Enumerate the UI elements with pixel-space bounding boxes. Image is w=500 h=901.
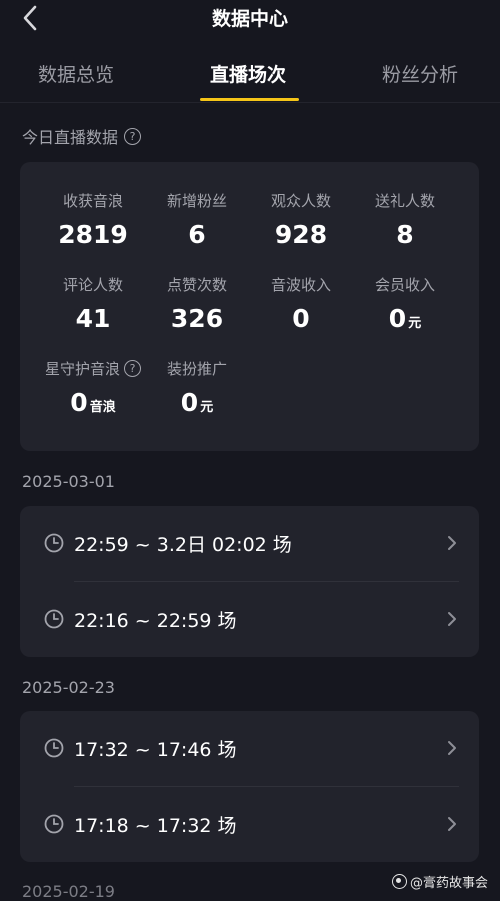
session-date: 2025-03-01 (22, 472, 115, 491)
stat-likes: 点赞次数 326 (142, 274, 252, 333)
top-bar: 数据中心 (0, 0, 500, 36)
today-stats-panel: 收获音浪 2819 新增粉丝 6 观众人数 928 送礼人数 8 评论人数 41… (20, 162, 479, 451)
stat-label: 星守护音浪 ? (38, 358, 148, 379)
tab-live-sessions[interactable]: 直播场次 (210, 60, 286, 87)
chevron-right-icon (448, 817, 456, 831)
stat-value: 41 (75, 304, 111, 333)
stat-label: 点赞次数 (166, 276, 227, 294)
stat-number: 0 (388, 304, 407, 333)
stat-value: 0元 (350, 304, 460, 333)
stat-label: 观众人数 (270, 192, 331, 210)
session-time: 22:16 ~ 22:59 场 (74, 610, 237, 632)
stat-label: 装扮推广 (166, 360, 227, 378)
stat-earned-yinlang: 收获音浪 2819 (38, 190, 148, 249)
stat-new-fans: 新增粉丝 6 (142, 190, 252, 249)
stat-label: 会员收入 (374, 276, 435, 294)
stat-dressup-promotion: 装扮推广 0元 (142, 358, 252, 417)
stat-viewers: 观众人数 928 (246, 190, 356, 249)
chevron-right-icon (448, 741, 456, 755)
stat-value: 326 (170, 304, 224, 333)
tab-bar: 数据总览 直播场次 粉丝分析 (0, 46, 500, 103)
stat-value: 6 (188, 220, 206, 249)
chevron-right-icon (448, 536, 456, 550)
watermark-logo-icon (391, 874, 407, 889)
stat-value: 8 (396, 220, 414, 249)
stat-value: 928 (274, 220, 328, 249)
stat-number: 0 (70, 388, 88, 417)
stat-commenters: 评论人数 41 (38, 274, 148, 333)
stat-value: 0元 (142, 388, 252, 417)
stat-soundwave-income: 音波收入 0 (246, 274, 356, 333)
today-label-text: 今日直播数据 (22, 128, 119, 147)
tab-overview[interactable]: 数据总览 (38, 60, 114, 87)
stat-star-guard-yinlang: 星守护音浪 ? 0 音浪 (38, 358, 148, 417)
clock-icon (44, 533, 64, 553)
stat-unit: 音浪 (89, 400, 116, 415)
clock-icon (44, 814, 64, 834)
session-card: 17:32 ~ 17:46 场 17:18 ~ 17:32 场 (20, 711, 479, 862)
help-icon[interactable]: ? (124, 360, 141, 377)
session-time: 17:32 ~ 17:46 场 (74, 739, 237, 761)
session-row[interactable]: 22:16 ~ 22:59 场 (20, 582, 479, 657)
stat-label: 评论人数 (62, 276, 123, 294)
stat-unit: 元 (408, 316, 422, 331)
session-time: 17:18 ~ 17:32 场 (74, 815, 237, 837)
page-title: 数据中心 (211, 8, 288, 30)
stat-number: 0 (180, 388, 199, 417)
session-row[interactable]: 17:32 ~ 17:46 场 (20, 711, 479, 786)
chevron-right-icon (448, 612, 456, 626)
stat-label: 新增粉丝 (166, 192, 227, 210)
watermark: @膏药故事会 (391, 872, 488, 891)
session-date: 2025-02-23 (22, 678, 115, 697)
stat-gifters: 送礼人数 8 (350, 190, 460, 249)
stat-value: 2819 (58, 220, 128, 249)
session-date: 2025-02-19 (22, 882, 115, 901)
today-section-label: 今日直播数据 ? (22, 124, 142, 148)
session-card: 22:59 ~ 3.2日 02:02 场 22:16 ~ 22:59 场 (20, 506, 479, 657)
session-row[interactable]: 22:59 ~ 3.2日 02:02 场 (20, 506, 479, 581)
stat-member-income: 会员收入 0元 (350, 274, 460, 333)
active-tab-indicator (200, 98, 299, 101)
clock-icon (44, 609, 64, 629)
help-icon[interactable]: ? (124, 127, 142, 145)
tab-fan-analysis[interactable]: 粉丝分析 (382, 60, 458, 87)
watermark-text: @膏药故事会 (409, 876, 488, 891)
stat-label: 音波收入 (270, 276, 331, 294)
session-time: 22:59 ~ 3.2日 02:02 场 (74, 534, 292, 556)
stat-label: 送礼人数 (374, 192, 435, 210)
clock-icon (44, 738, 64, 758)
stat-value: 0 (292, 304, 310, 333)
stat-label-text: 星守护音浪 (44, 360, 120, 378)
stat-label: 收获音浪 (62, 192, 123, 210)
stat-value: 0 音浪 (38, 388, 148, 417)
stat-unit: 元 (200, 400, 214, 415)
session-row[interactable]: 17:18 ~ 17:32 场 (20, 787, 479, 862)
